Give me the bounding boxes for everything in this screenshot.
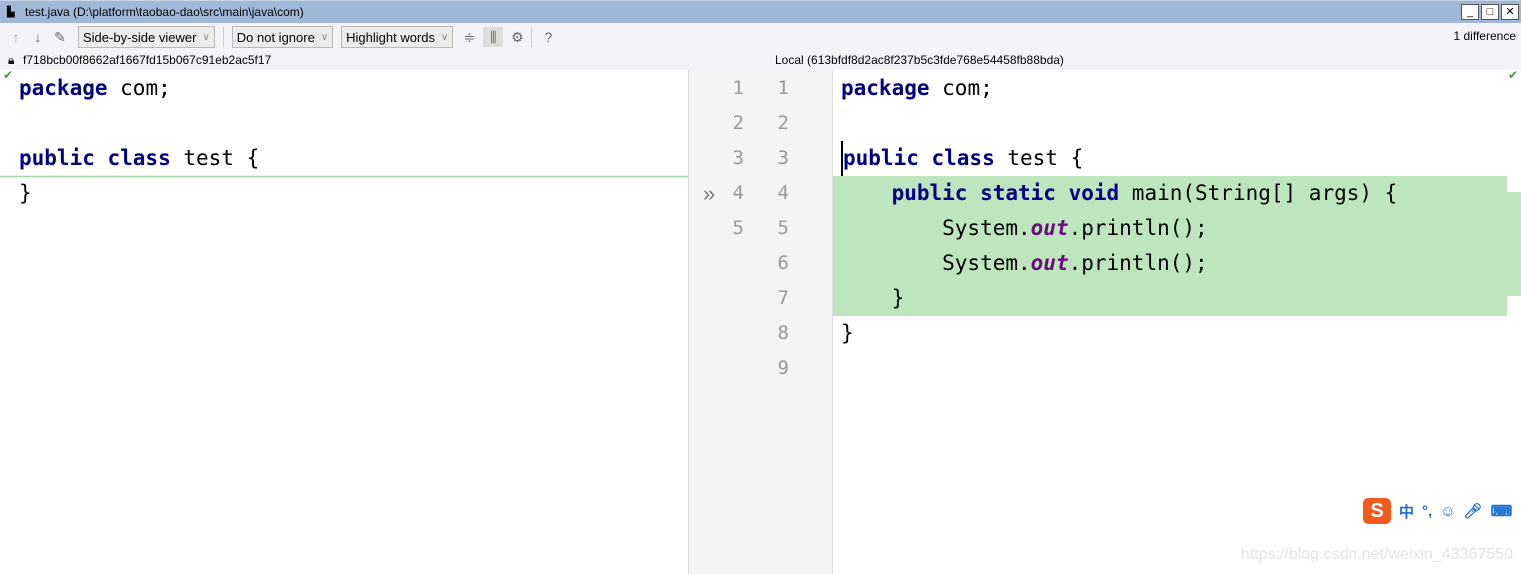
microphone-icon[interactable]: 🎤︎ <box>1464 502 1483 520</box>
line-number: 6 <box>777 252 789 274</box>
code-line: System.out.println(); <box>841 251 1208 275</box>
emoji-icon[interactable]: ☺ <box>1440 503 1455 520</box>
ime-toolbar[interactable]: S 中 °, ☺ 🎤︎ ⌨ 👤︎ <box>1363 498 1521 524</box>
code-line: public class test { <box>19 146 260 170</box>
keyboard-icon[interactable]: ⌨ <box>1491 502 1513 520</box>
line-number: 4 <box>732 182 744 204</box>
code-line: System.out.println(); <box>841 216 1208 240</box>
line-number: 5 <box>732 217 744 239</box>
line-number: 5 <box>777 217 789 239</box>
line-number: 7 <box>777 287 789 309</box>
line-number: 2 <box>777 112 789 134</box>
line-number: 1 <box>732 77 744 99</box>
code-line: } <box>19 181 32 205</box>
line-number: 2 <box>732 112 744 134</box>
line-number: 3 <box>732 147 744 169</box>
ime-punct[interactable]: °, <box>1422 503 1432 520</box>
ime-lang[interactable]: 中 <box>1399 501 1414 522</box>
line-number: 4 <box>777 182 789 204</box>
code-line: } <box>841 286 905 310</box>
code-line: public static void main(String[] args) { <box>891 181 1398 205</box>
watermark: https://blog.csdn.net/weixin_43367550 <box>1240 546 1513 563</box>
line-number: 1 <box>777 77 789 99</box>
apply-change-icon[interactable]: » <box>703 181 715 207</box>
code-line: package com; <box>841 76 993 100</box>
code-line: package com; <box>19 76 171 100</box>
line-number: 3 <box>777 147 789 169</box>
line-number: 8 <box>777 322 789 344</box>
sogou-logo-icon: S <box>1363 498 1391 524</box>
code-line: } <box>841 321 854 345</box>
code-line: public class test { <box>841 141 1083 176</box>
line-number: 9 <box>777 357 789 379</box>
scrollbar-marker <box>1507 192 1521 296</box>
